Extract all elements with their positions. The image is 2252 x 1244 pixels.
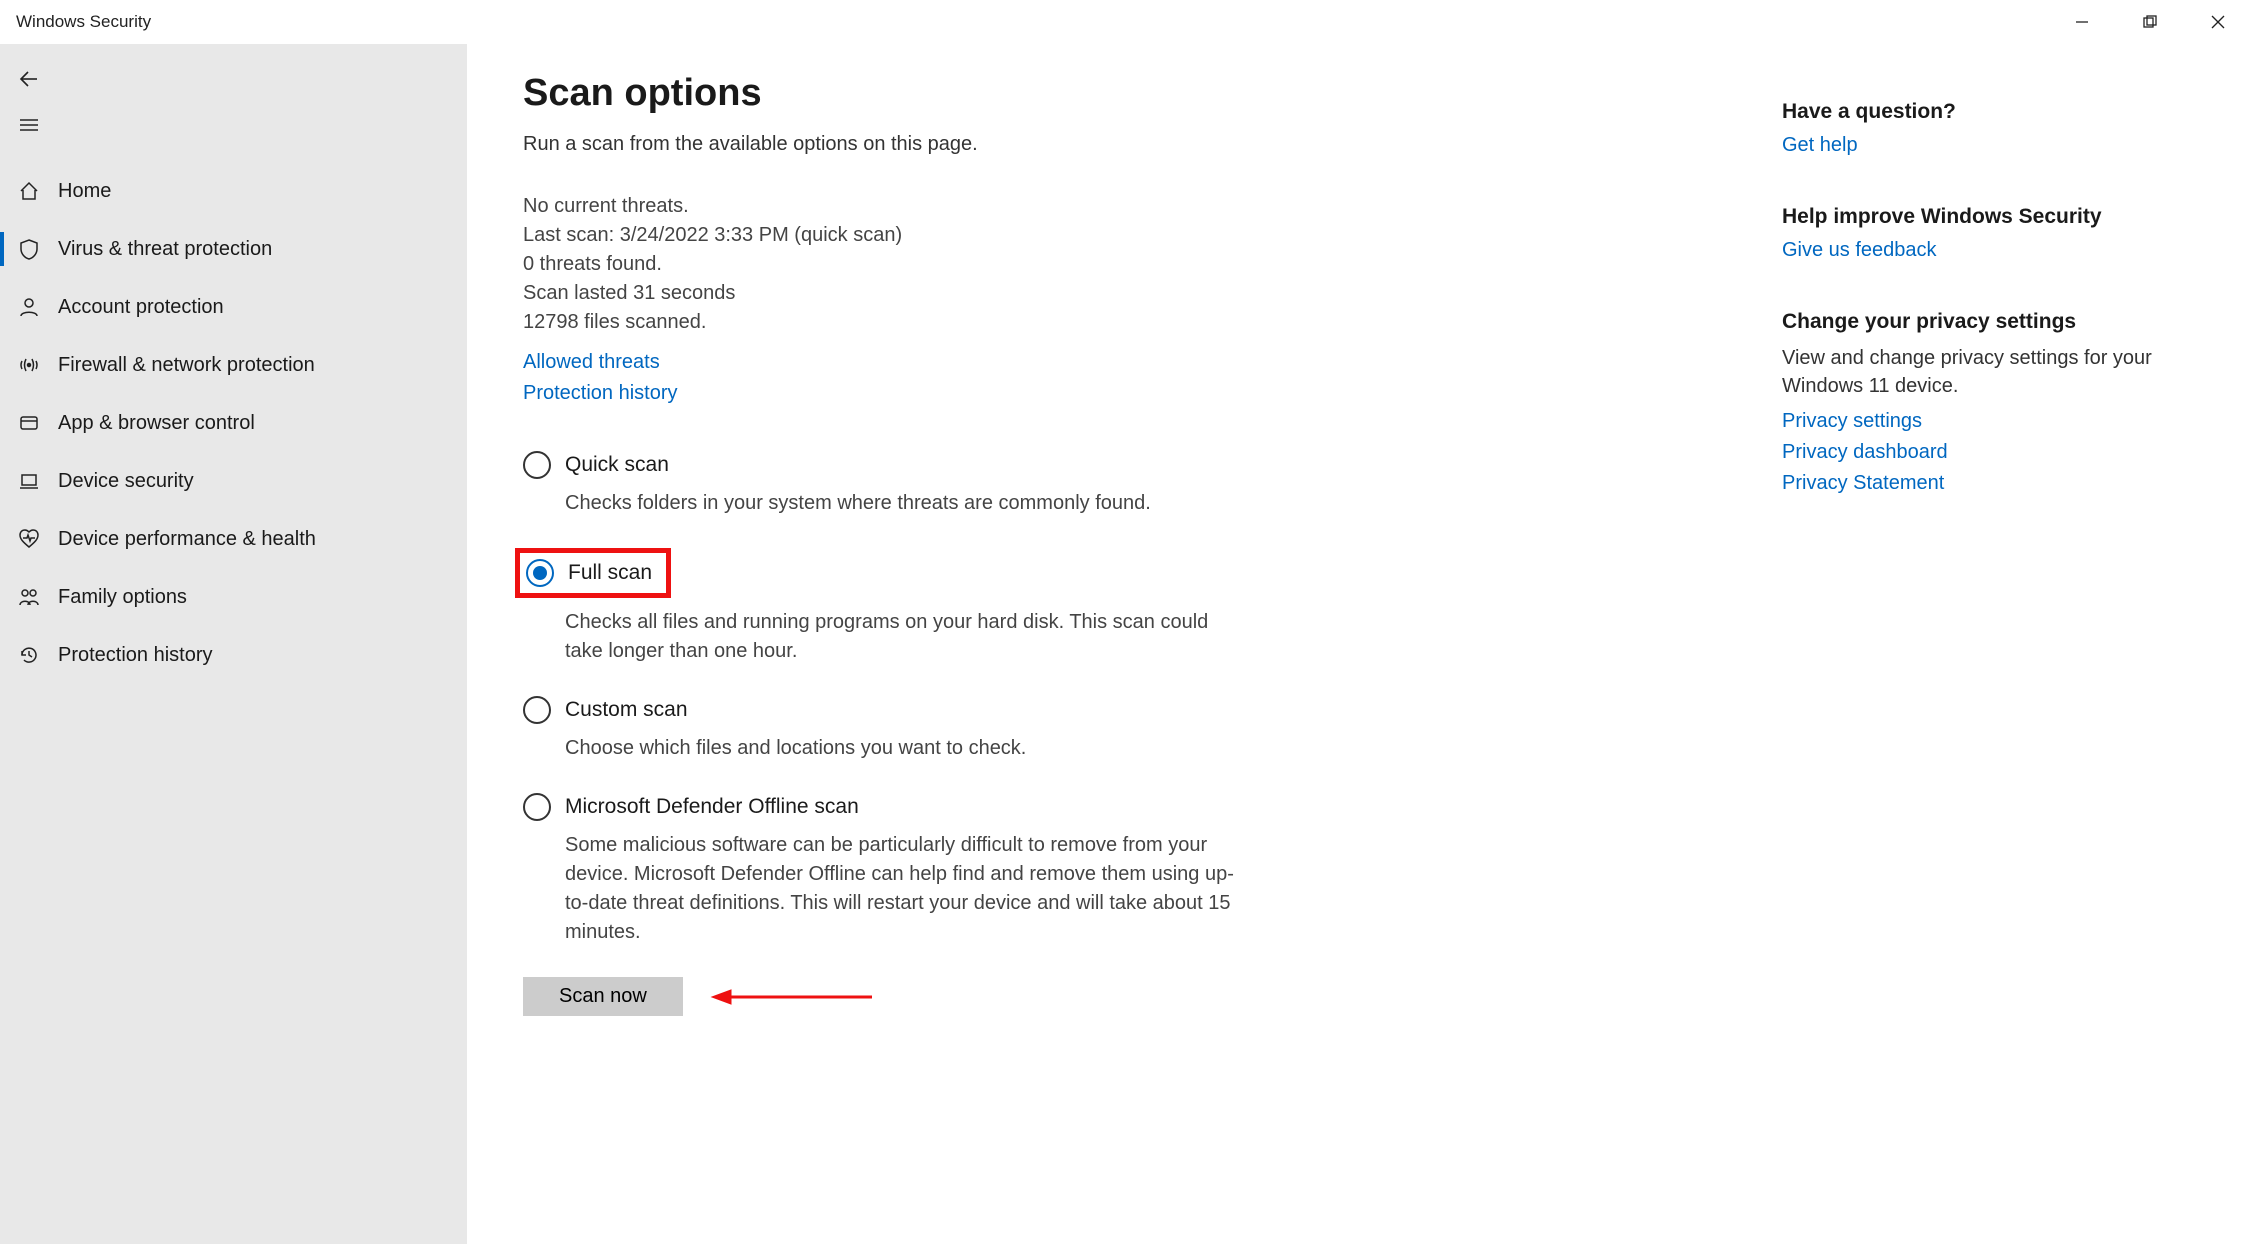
back-button[interactable] [0, 56, 467, 102]
shield-icon [18, 238, 40, 260]
status-duration: Scan lasted 31 seconds [523, 279, 1303, 308]
rail-heading: Help improve Windows Security [1782, 205, 2172, 229]
close-button[interactable] [2184, 0, 2252, 44]
rail-improve: Help improve Windows Security Give us fe… [1782, 205, 2172, 262]
radio-option-quick-scan[interactable]: Quick scan Checks folders in your system… [523, 451, 1303, 518]
sidebar-item-device-security[interactable]: Device security [0, 452, 467, 510]
status-links: Allowed threats Protection history [523, 351, 1303, 405]
radio-option-offline-scan[interactable]: Microsoft Defender Offline scan Some mal… [523, 793, 1303, 947]
sidebar-item-account[interactable]: Account protection [0, 278, 467, 336]
minimize-icon [2075, 15, 2089, 29]
sidebar-item-label: Virus & threat protection [58, 238, 272, 261]
radio-icon [523, 696, 551, 724]
minimize-button[interactable] [2048, 0, 2116, 44]
radio-icon [523, 451, 551, 479]
window-title: Windows Security [16, 12, 151, 32]
radio-icon [526, 559, 554, 587]
page-subtitle: Run a scan from the available options on… [523, 133, 1303, 156]
family-icon [18, 586, 40, 608]
sidebar-item-home[interactable]: Home [0, 162, 467, 220]
radio-option-custom-scan[interactable]: Custom scan Choose which files and locat… [523, 696, 1303, 763]
sidebar-item-firewall[interactable]: Firewall & network protection [0, 336, 467, 394]
sidebar-item-label: Firewall & network protection [58, 354, 315, 377]
menu-button[interactable] [0, 102, 467, 148]
sidebar-item-app-browser[interactable]: App & browser control [0, 394, 467, 452]
protection-history-link[interactable]: Protection history [523, 382, 1303, 405]
rail-privacy: Change your privacy settings View and ch… [1782, 310, 2172, 495]
rail-text: View and change privacy settings for you… [1782, 344, 2172, 400]
sidebar-item-label: Device performance & health [58, 528, 316, 551]
sidebar-item-performance[interactable]: Device performance & health [0, 510, 467, 568]
hamburger-icon [18, 114, 40, 136]
history-icon [18, 644, 40, 666]
scan-now-button[interactable]: Scan now [523, 977, 683, 1016]
app-icon [18, 412, 40, 434]
status-threats-found: 0 threats found. [523, 250, 1303, 279]
heart-icon [18, 528, 40, 550]
person-icon [18, 296, 40, 318]
maximize-icon [2143, 15, 2157, 29]
sidebar-item-label: Device security [58, 470, 194, 493]
scan-status: No current threats. Last scan: 3/24/2022… [523, 192, 1303, 337]
status-no-threats: No current threats. [523, 192, 1303, 221]
close-icon [2211, 15, 2225, 29]
radio-label: Microsoft Defender Offline scan [565, 795, 859, 819]
privacy-dashboard-link[interactable]: Privacy dashboard [1782, 441, 2172, 464]
rail-heading: Change your privacy settings [1782, 310, 2172, 334]
network-icon [18, 354, 40, 376]
window-controls [2048, 0, 2252, 44]
scan-options-group: Quick scan Checks folders in your system… [523, 451, 1303, 947]
laptop-icon [18, 470, 40, 492]
radio-label: Full scan [568, 561, 652, 585]
home-icon [18, 180, 40, 202]
back-arrow-icon [18, 68, 40, 90]
get-help-link[interactable]: Get help [1782, 134, 2172, 157]
sidebar-item-label: Home [58, 180, 111, 203]
main-content: Scan options Run a scan from the availab… [467, 44, 2252, 1244]
allowed-threats-link[interactable]: Allowed threats [523, 351, 1303, 374]
right-rail: Have a question? Get help Help improve W… [1782, 72, 2212, 1244]
privacy-statement-link[interactable]: Privacy Statement [1782, 472, 2172, 495]
feedback-link[interactable]: Give us feedback [1782, 239, 2172, 262]
arrow-icon [707, 985, 877, 1009]
radio-description: Checks all files and running programs on… [565, 608, 1235, 666]
maximize-button[interactable] [2116, 0, 2184, 44]
rail-heading: Have a question? [1782, 100, 2172, 124]
status-files: 12798 files scanned. [523, 308, 1303, 337]
status-last-scan: Last scan: 3/24/2022 3:33 PM (quick scan… [523, 221, 1303, 250]
sidebar-item-virus-threat[interactable]: Virus & threat protection [0, 220, 467, 278]
radio-description: Some malicious software can be particula… [565, 831, 1235, 947]
privacy-settings-link[interactable]: Privacy settings [1782, 410, 2172, 433]
sidebar-item-label: Protection history [58, 644, 213, 667]
sidebar-item-family[interactable]: Family options [0, 568, 467, 626]
radio-label: Custom scan [565, 698, 688, 722]
radio-option-full-scan[interactable]: Full scan Checks all files and running p… [523, 548, 1303, 666]
annotation-highlight: Full scan [515, 548, 671, 598]
sidebar: Home Virus & threat protection Account p… [0, 44, 467, 1244]
radio-icon [523, 793, 551, 821]
radio-label: Quick scan [565, 453, 669, 477]
radio-description: Choose which files and locations you wan… [565, 734, 1235, 763]
radio-description: Checks folders in your system where thre… [565, 489, 1235, 518]
rail-question: Have a question? Get help [1782, 100, 2172, 157]
sidebar-item-history[interactable]: Protection history [0, 626, 467, 684]
sidebar-item-label: Account protection [58, 296, 224, 319]
page-title: Scan options [523, 72, 1303, 115]
title-bar: Windows Security [0, 0, 2252, 44]
sidebar-item-label: Family options [58, 586, 187, 609]
annotation-arrow [707, 985, 877, 1009]
sidebar-item-label: App & browser control [58, 412, 255, 435]
